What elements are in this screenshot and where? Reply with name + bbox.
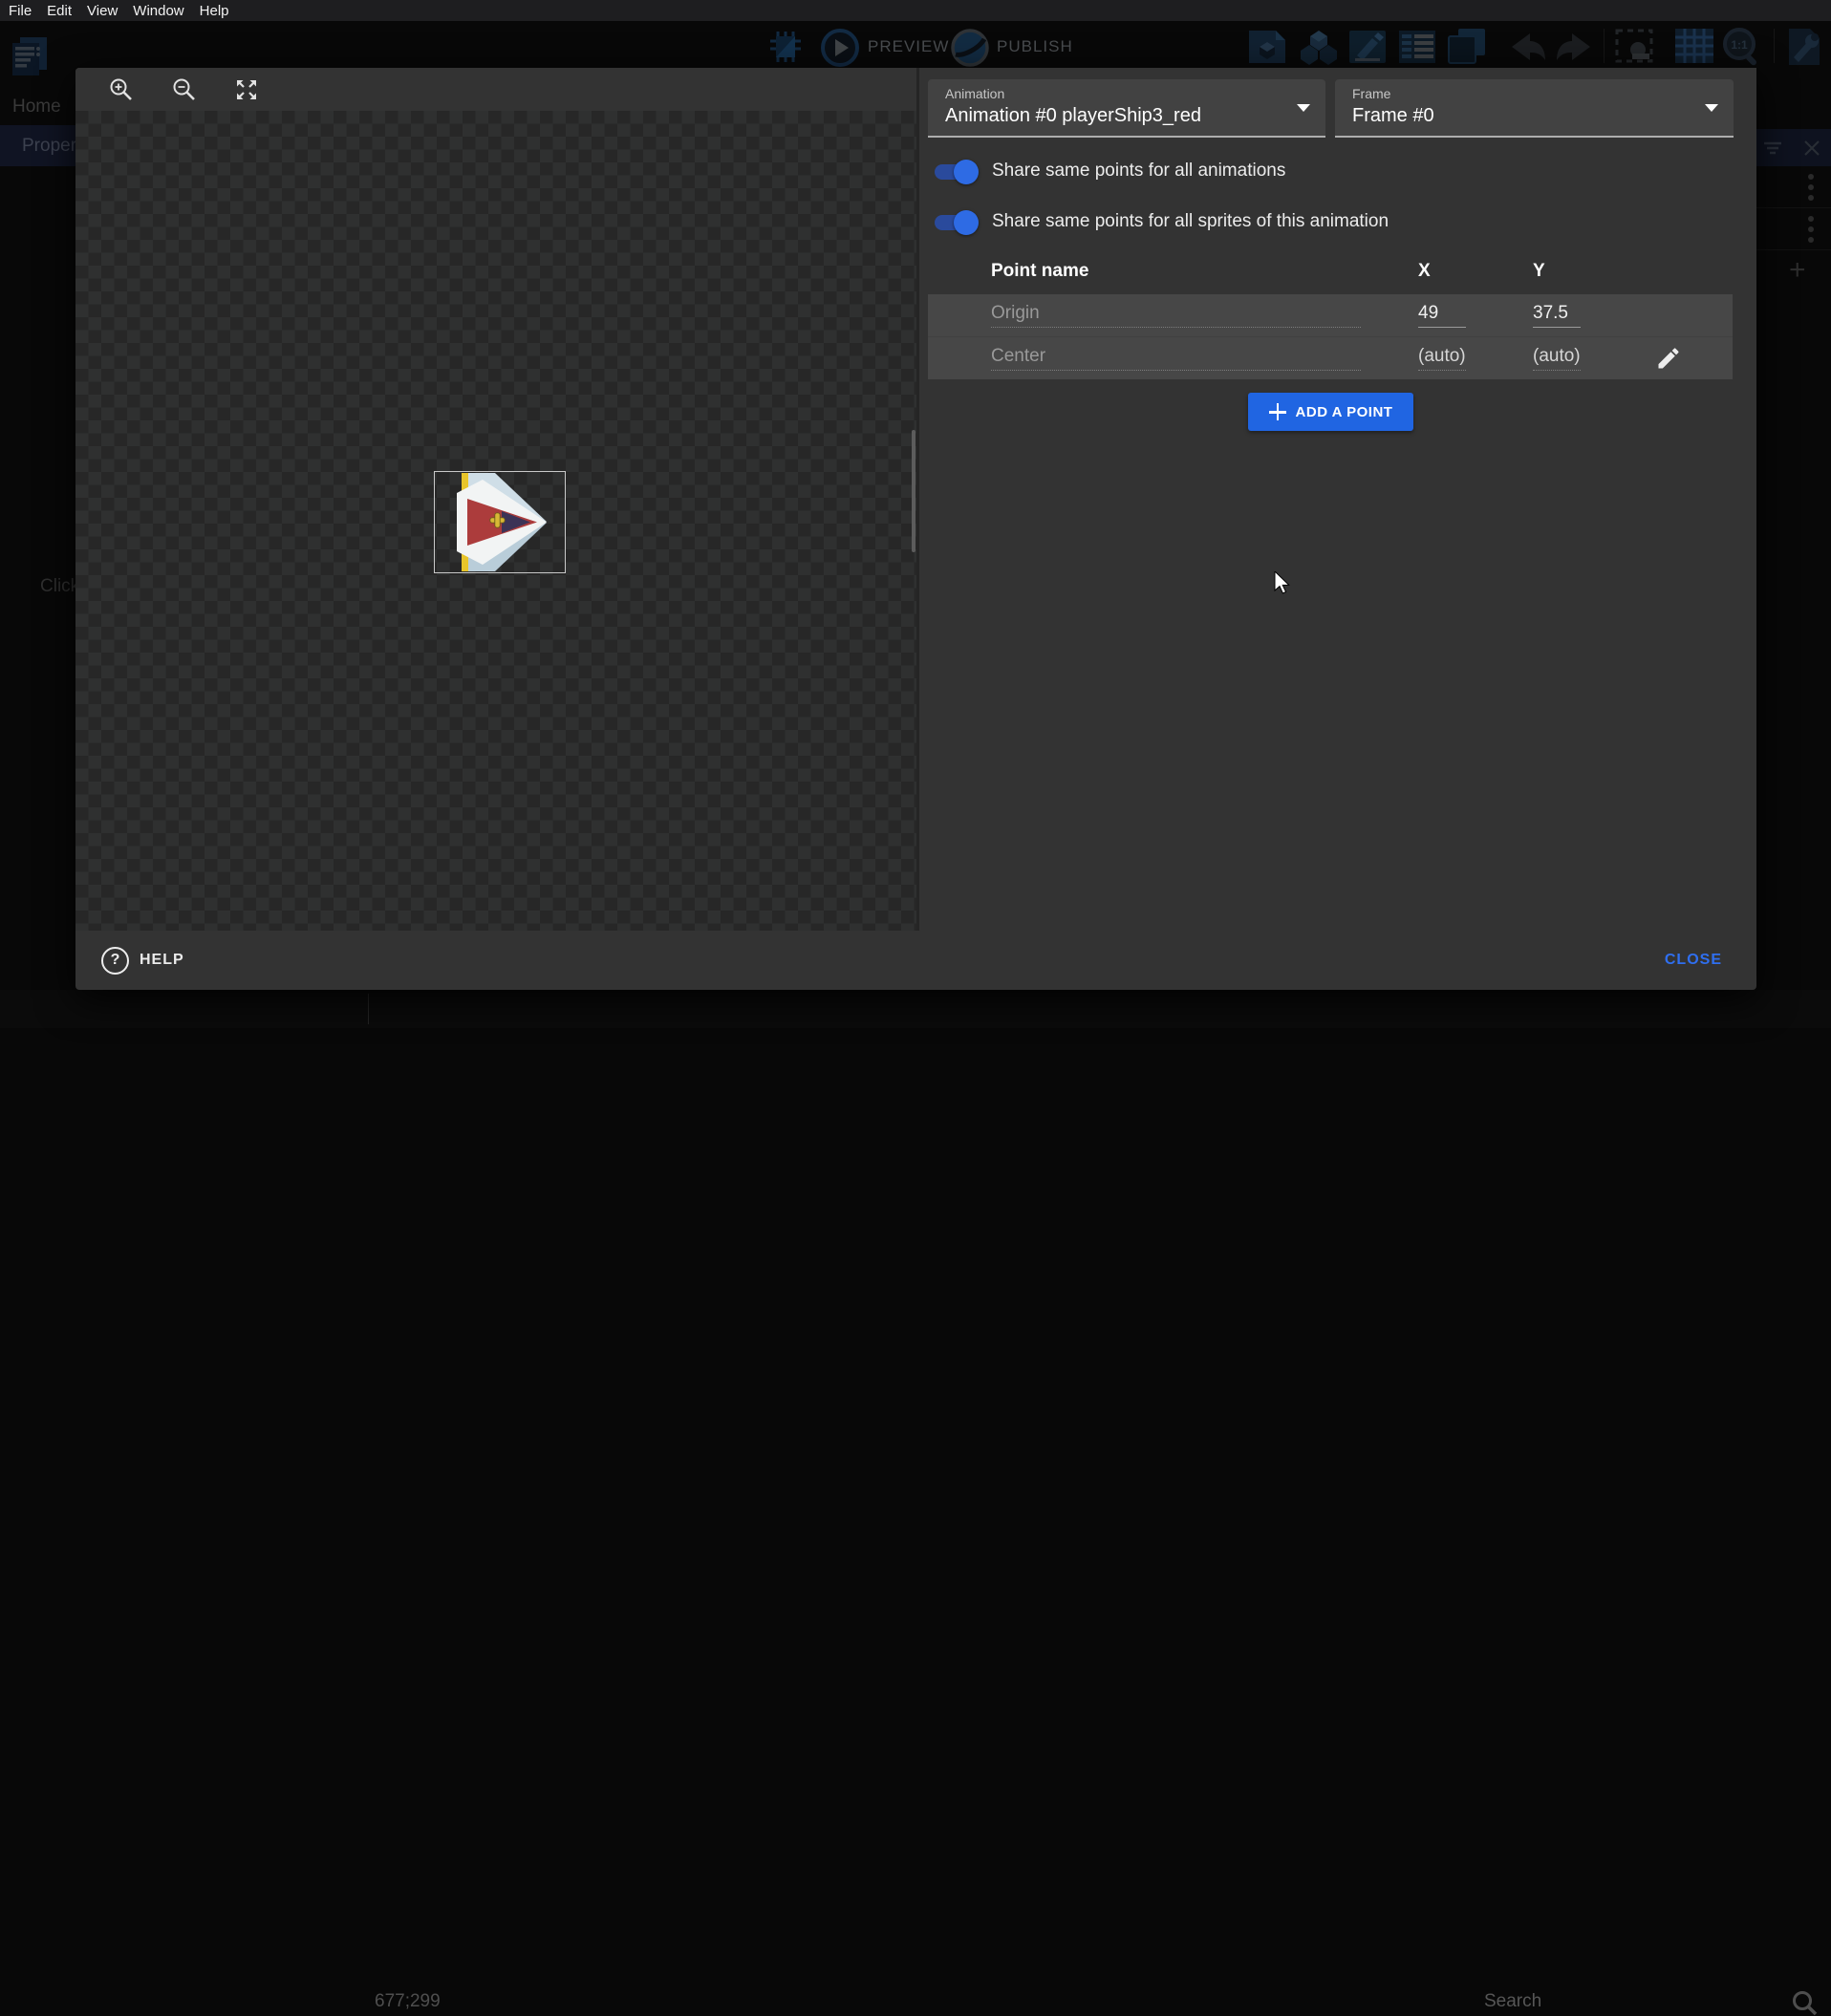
menu-view[interactable]: View (87, 3, 118, 19)
menu-file[interactable]: File (9, 3, 32, 19)
frame-select-label: Frame (1352, 86, 1390, 101)
panel-row (1756, 166, 1831, 208)
animation-select-value: Animation #0 playerShip3_red (945, 105, 1201, 127)
debug-icon[interactable] (770, 30, 808, 64)
status-bar: 677;299 (0, 990, 1831, 1028)
table-row-origin: Origin 49 37.5 (928, 294, 1733, 336)
panel-header (1756, 129, 1831, 166)
question-icon: ? (101, 947, 129, 975)
frame-select[interactable]: Frame Frame #0 (1335, 79, 1734, 138)
toggle-label: Share same points for all animations (992, 161, 1285, 182)
transparent-canvas[interactable] (75, 111, 916, 931)
edit-point-icon[interactable] (1655, 345, 1682, 372)
close-button[interactable]: CLOSE (1659, 951, 1728, 970)
publish-button[interactable]: PUBLISH (997, 37, 1073, 56)
origin-point-marker[interactable] (489, 512, 506, 528)
point-name-field[interactable]: Origin (991, 303, 1361, 328)
layers-icon[interactable] (1445, 27, 1487, 65)
kebab-menu-icon[interactable] (1808, 174, 1814, 201)
close-panel-icon[interactable] (1804, 140, 1820, 156)
kebab-menu-icon[interactable] (1808, 216, 1814, 243)
chevron-down-icon (1705, 104, 1718, 112)
search-input[interactable] (1482, 1987, 1763, 2016)
column-point-name: Point name (991, 261, 1088, 282)
share-points-sprites-toggle[interactable] (935, 214, 976, 231)
column-x: X (1418, 261, 1431, 282)
sprite-canvas (75, 68, 919, 931)
zoom-out-icon[interactable] (172, 77, 197, 102)
sprite-selection-box (434, 471, 566, 573)
points-panel: Animation Animation #0 playerShip3_red F… (919, 68, 1756, 931)
table-row-center: Center (auto) (auto) (928, 336, 1733, 379)
selection-icon[interactable] (1615, 29, 1653, 63)
tools-icon[interactable] (1781, 27, 1823, 67)
canvas-toolbar (75, 68, 916, 111)
list-icon[interactable] (1397, 29, 1437, 65)
tab-home[interactable]: Home (12, 97, 61, 118)
search-icon[interactable] (1791, 1989, 1818, 2016)
add-item-icon[interactable]: + (1789, 256, 1806, 285)
mouse-cursor (1274, 571, 1293, 596)
frame-select-value: Frame #0 (1352, 105, 1434, 127)
preview-play-icon[interactable] (820, 28, 860, 68)
objects-group-icon[interactable] (1298, 29, 1340, 65)
fit-view-icon[interactable] (234, 77, 259, 102)
cursor-position: 677;299 (375, 1991, 441, 2012)
share-points-animations-toggle[interactable] (935, 163, 976, 181)
object-icon[interactable] (1247, 29, 1287, 65)
help-label: HELP (140, 952, 184, 969)
chevron-down-icon (1297, 104, 1310, 112)
preview-button[interactable]: PREVIEW (868, 37, 949, 56)
canvas-scrollbar[interactable] (912, 430, 916, 552)
animation-select-label: Animation (945, 86, 1004, 101)
svg-text:1:1: 1:1 (1731, 38, 1748, 52)
grid-icon[interactable] (1674, 28, 1714, 64)
properties-hint-text: Click (40, 576, 79, 597)
undo-icon[interactable] (1504, 29, 1548, 65)
filter-icon[interactable] (1764, 141, 1781, 155)
scene-events-icon[interactable] (9, 35, 49, 77)
help-button[interactable]: ? HELP (96, 946, 190, 976)
redo-icon[interactable] (1554, 29, 1598, 65)
zoom-in-icon[interactable] (109, 77, 134, 102)
column-y: Y (1533, 261, 1545, 282)
edit-points-dialog: Animation Animation #0 playerShip3_red F… (75, 68, 1756, 990)
tab-properties-label: Proper (22, 136, 76, 157)
point-x-field[interactable]: 49 (1418, 303, 1466, 328)
menu-window[interactable]: Window (133, 3, 183, 19)
publish-globe-icon[interactable] (950, 28, 990, 68)
toggle-label: Share same points for all sprites of thi… (992, 211, 1389, 232)
dialog-footer: ? HELP CLOSE (75, 931, 1756, 990)
point-y-field[interactable]: (auto) (1533, 346, 1581, 371)
zoom-1-1-icon[interactable]: 1:1 (1720, 27, 1764, 67)
animation-select[interactable]: Animation Animation #0 playerShip3_red (928, 79, 1325, 138)
add-a-point-button[interactable]: ADD A POINT (1248, 393, 1413, 431)
panel-row (1756, 208, 1831, 250)
point-y-field[interactable]: 37.5 (1533, 303, 1581, 328)
point-name-field[interactable]: Center (991, 346, 1361, 371)
add-icon (1269, 403, 1286, 420)
point-x-field[interactable]: (auto) (1418, 346, 1466, 371)
menu-help[interactable]: Help (200, 3, 229, 19)
add-a-point-label: ADD A POINT (1296, 404, 1393, 420)
menu-edit[interactable]: Edit (47, 3, 72, 19)
points-table-header: Point name X Y (928, 261, 1733, 286)
edit-scene-icon[interactable] (1347, 29, 1388, 65)
menu-bar: File Edit View Window Help (0, 0, 1831, 21)
